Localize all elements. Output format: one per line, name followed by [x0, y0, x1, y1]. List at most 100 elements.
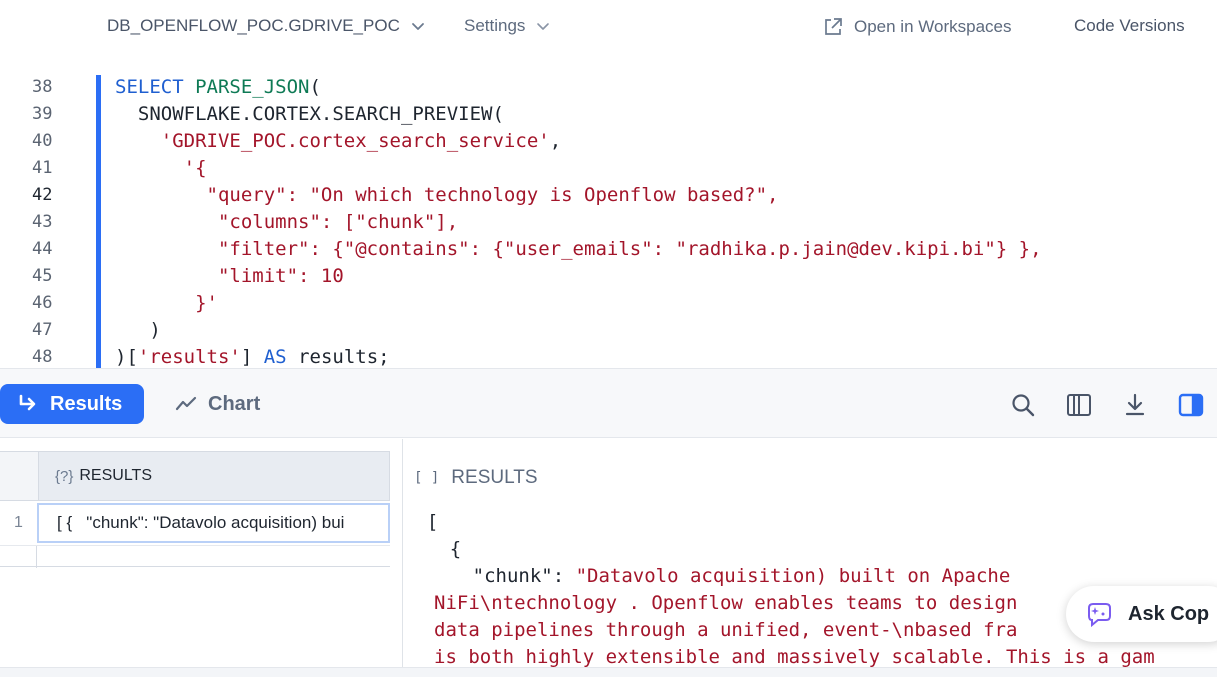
code-line: '{	[115, 155, 207, 182]
json-token: data pipelines through a unified, event-…	[434, 619, 1018, 641]
json-token: NiFi\ntechnology . Openflow enables team…	[434, 592, 1018, 614]
column-header-label: RESULTS	[79, 467, 152, 484]
chevron-down-icon	[537, 23, 550, 30]
code-token: PARSE_JSON	[195, 76, 310, 98]
line-number: 38	[32, 77, 53, 97]
code-token: SELECT	[115, 76, 196, 98]
line-number: 46	[32, 293, 53, 313]
code-token: )[	[115, 346, 138, 368]
code-token: ]	[240, 346, 264, 368]
json-line: {	[404, 536, 461, 563]
line-number: 42	[32, 185, 53, 205]
settings-label: Settings	[464, 16, 526, 35]
code-token: (	[309, 76, 321, 98]
json-token: {	[404, 538, 462, 560]
chevron-down-icon	[411, 23, 424, 30]
sql-editor[interactable]: 38 39 40 41 42 43 44 45 46 47 48 SELECT PARSE_JSON…	[0, 72, 1217, 368]
json-line: "chunk": "Datavolo acquisition) built on…	[404, 563, 1011, 590]
code-token: )	[115, 319, 161, 341]
download-icon[interactable]	[1121, 391, 1149, 419]
results-grid: {?} RESULTS 1 [ { "chunk": "Datavolo acq…	[0, 439, 403, 667]
line-number: 47	[32, 320, 53, 340]
json-token: "chunk":	[404, 565, 576, 587]
search-icon[interactable]	[1009, 391, 1037, 419]
code-line: 'GDRIVE_POC.cortex_search_service',	[115, 128, 561, 155]
grid-empty-row	[0, 545, 390, 568]
split-panel-icon[interactable]	[1177, 391, 1205, 419]
code-versions-button[interactable]: Code Versions	[1074, 16, 1185, 36]
row-number: 1	[14, 514, 23, 531]
code-versions-label: Code Versions	[1074, 16, 1185, 35]
results-toolbar: Results Chart	[0, 368, 1217, 438]
ask-copilot-label: Ask Cop	[1128, 602, 1210, 625]
grid-cell[interactable]: [ { "chunk": "Datavolo acquisition) bui	[37, 503, 390, 543]
json-line: [	[404, 509, 438, 536]
code-line: SNOWFLAKE.CORTEX.SEARCH_PREVIEW(	[115, 101, 504, 128]
code-line: SELECT PARSE_JSON(	[115, 74, 321, 101]
line-number: 43	[32, 212, 53, 232]
column-header-results[interactable]: {?} RESULTS	[38, 451, 390, 501]
code-token: "limit": 10	[217, 265, 344, 287]
database-selector[interactable]: DB_OPENFLOW_POC.GDRIVE_POC	[107, 16, 426, 36]
code-token: "columns": ["chunk"],	[217, 211, 459, 233]
copilot-sparkle-icon	[1088, 603, 1111, 628]
open-in-workspaces-button[interactable]: Open in Workspaces	[822, 16, 1011, 38]
code-line: }'	[115, 290, 218, 317]
line-number: 44	[32, 239, 53, 259]
chart-tab-label: Chart	[208, 392, 261, 415]
variant-type-icon: {?}	[55, 467, 74, 485]
line-number: 48	[32, 347, 53, 367]
code-line: "limit": 10	[115, 263, 344, 290]
code-token: "filter": {"@contains": {"user_emails": …	[217, 238, 1042, 260]
code-token: 'GDRIVE_POC.cortex_search_service'	[160, 130, 550, 152]
code-line: "query": "On which technology is Openflo…	[115, 182, 779, 209]
line-number: 39	[32, 104, 53, 124]
code-token: "query": "On which technology is Openflo…	[206, 184, 779, 206]
chart-tab[interactable]: Chart	[174, 384, 260, 424]
results-tab-label: Results	[50, 392, 123, 415]
open-in-workspaces-label: Open in Workspaces	[854, 17, 1012, 36]
grid-corner	[0, 451, 38, 501]
code-token: }'	[195, 292, 218, 314]
code-line: "filter": {"@contains": {"user_emails": …	[115, 236, 1042, 263]
external-link-icon	[825, 18, 842, 35]
columns-icon[interactable]	[1065, 391, 1093, 419]
line-number: 41	[32, 158, 53, 178]
settings-menu[interactable]: Settings	[464, 16, 551, 36]
code-token: results;	[286, 346, 390, 368]
json-line: data pipelines through a unified, event-…	[434, 617, 1017, 644]
selection-marker	[96, 75, 101, 368]
json-token: is both highly extensible and massively …	[434, 646, 1155, 667]
code-token: 'results'	[137, 346, 241, 368]
json-line: is both highly extensible and massively …	[434, 644, 1155, 667]
json-token: "Datavolo acquisition) built on Apache	[575, 565, 1011, 587]
detail-header: [ ] RESULTS	[414, 467, 538, 489]
json-token: [	[404, 511, 439, 533]
code-line: "columns": ["chunk"],	[115, 209, 458, 236]
code-token: AS	[263, 346, 287, 368]
code-token: ,	[549, 130, 562, 152]
code-token: SNOWFLAKE.CORTEX.SEARCH_PREVIEW(	[115, 103, 504, 125]
database-label: DB_OPENFLOW_POC.GDRIVE_POC	[107, 16, 400, 35]
top-bar: DB_OPENFLOW_POC.GDRIVE_POC Settings Open…	[0, 0, 1217, 54]
line-number: 45	[32, 266, 53, 286]
line-number: 40	[32, 131, 53, 151]
line-chart-icon	[175, 396, 197, 411]
code-line: )	[115, 317, 161, 344]
json-line: NiFi\ntechnology . Openflow enables team…	[434, 590, 1017, 617]
return-arrow-icon	[19, 394, 36, 411]
ask-copilot-button[interactable]: Ask Cop	[1066, 586, 1217, 642]
bottom-strip	[0, 667, 1217, 677]
array-type-icon: [ ]	[414, 470, 440, 486]
code-line: )['results'] AS results;	[115, 344, 390, 368]
detail-header-label: RESULTS	[451, 467, 538, 488]
code-token: '{	[183, 157, 207, 179]
results-tab[interactable]: Results	[0, 384, 144, 424]
